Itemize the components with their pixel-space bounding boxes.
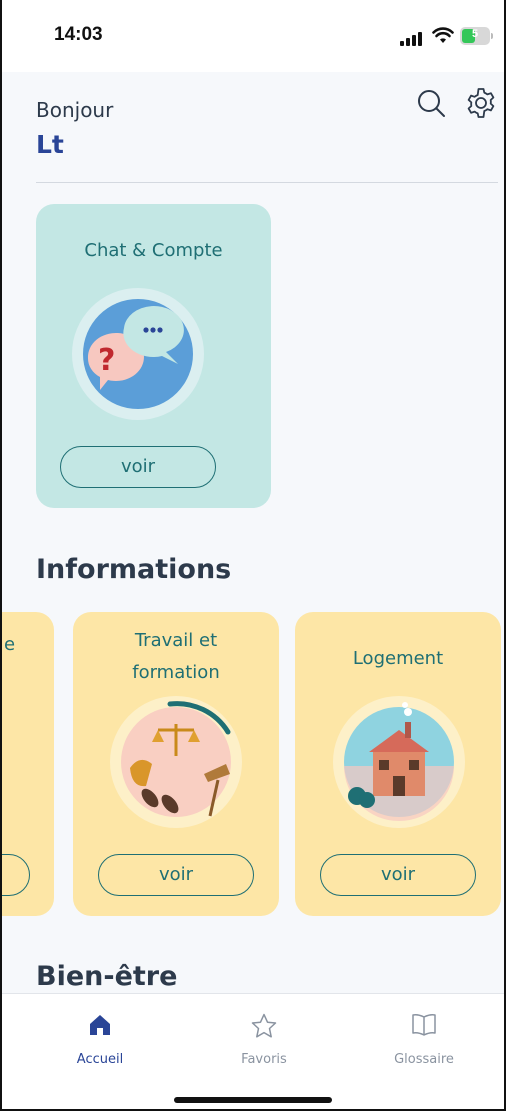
house-icon xyxy=(333,696,465,828)
card-title: Chat & Compte xyxy=(84,240,223,261)
home-icon xyxy=(90,1015,110,1035)
book-icon xyxy=(412,1014,436,1036)
work-training-icon xyxy=(110,696,242,828)
travail-formation-card[interactable]: Travail et formation voir xyxy=(73,612,279,916)
voir-button[interactable]: voir xyxy=(98,854,254,896)
nav-label-glossaire: Glossaire xyxy=(394,1052,454,1067)
battery-level: 5 xyxy=(471,28,479,40)
battery-icon: 5 xyxy=(460,27,493,45)
voir-button[interactable]: voir xyxy=(320,854,476,896)
nav-label-favoris: Favoris xyxy=(241,1052,287,1067)
app-screen: 14:03 5 Bonjour Lt Chat & Compte ? voir … xyxy=(0,0,506,1111)
nav-item-favoris[interactable]: Favoris xyxy=(204,1012,324,1067)
bottom-nav: Accueil Favoris Glossaire xyxy=(2,993,504,1109)
wifi-icon xyxy=(432,27,454,43)
svg-text:?: ? xyxy=(98,343,115,378)
info-card-partial[interactable]: e xyxy=(2,612,54,916)
section-title-bien-etre: Bien-être xyxy=(36,961,178,992)
section-title-informations: Informations xyxy=(36,554,232,585)
card-title-line1: Travail et xyxy=(134,630,218,651)
nav-item-glossaire[interactable]: Glossaire xyxy=(364,1012,484,1067)
header-divider xyxy=(36,182,498,183)
status-time: 14:03 xyxy=(54,24,103,45)
greeting: Bonjour xyxy=(36,98,114,122)
voir-button-partial[interactable] xyxy=(2,854,30,896)
logement-card[interactable]: Logement voir xyxy=(295,612,501,916)
voir-button[interactable]: voir xyxy=(60,446,216,488)
search-icon[interactable] xyxy=(414,86,448,120)
nav-item-accueil[interactable]: Accueil xyxy=(40,1012,160,1067)
star-icon xyxy=(251,1013,277,1038)
home-indicator xyxy=(174,1097,332,1103)
settings-gear-icon[interactable] xyxy=(464,86,498,120)
chat-question-icon: ? xyxy=(72,288,204,420)
card-title-partial: e xyxy=(4,634,16,655)
status-bar: 14:03 5 xyxy=(2,0,504,72)
signal-icon xyxy=(400,30,422,46)
nav-label-accueil: Accueil xyxy=(76,1052,124,1067)
chat-compte-card[interactable]: Chat & Compte ? voir xyxy=(36,204,271,508)
username: Lt xyxy=(36,130,64,159)
card-title: Logement xyxy=(352,648,444,669)
